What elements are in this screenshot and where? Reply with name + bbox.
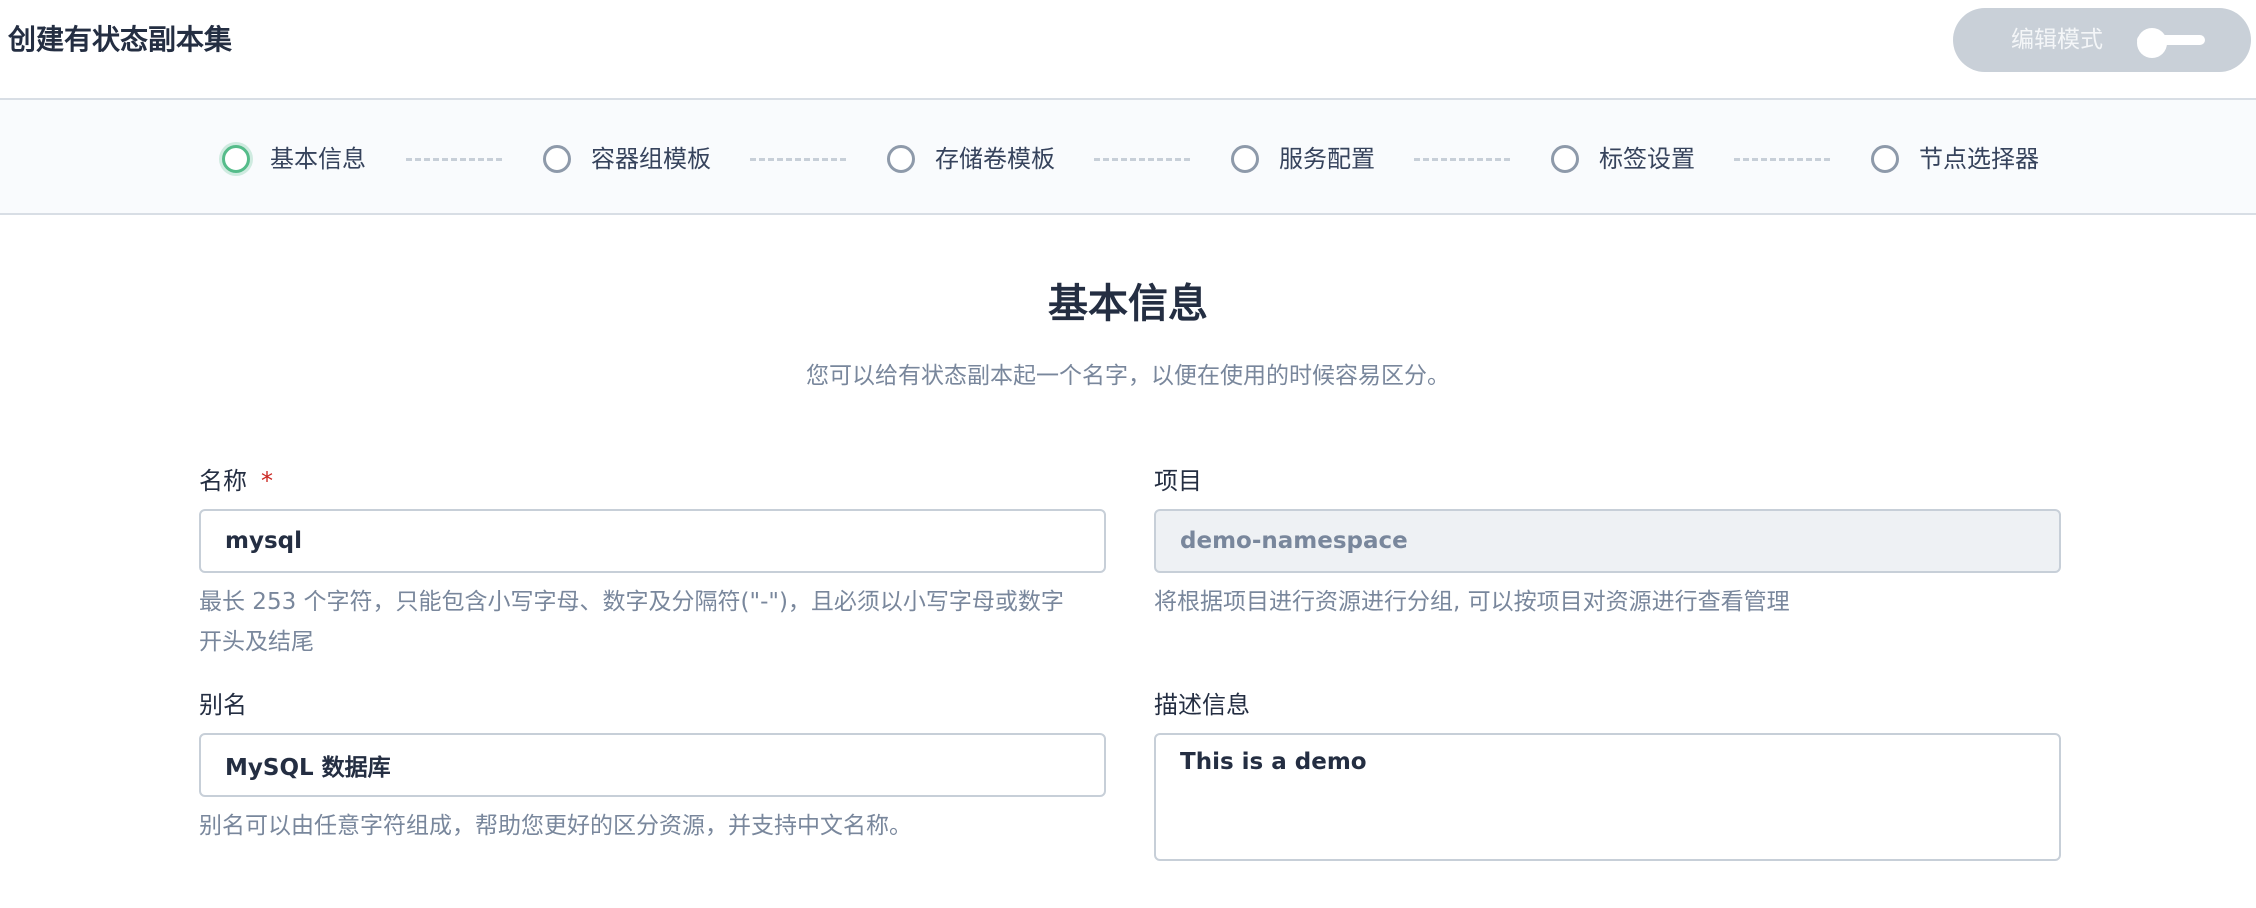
- description-textarea[interactable]: This is a demo: [1154, 733, 2061, 861]
- step-service-config[interactable]: 服务配置: [1231, 143, 1375, 175]
- project-field-label: 项目: [1154, 467, 1202, 495]
- step-label: 节点选择器: [1919, 145, 2039, 173]
- edit-mode-toggle[interactable]: 编辑模式: [1953, 8, 2251, 72]
- step-connector: [750, 158, 846, 161]
- alias-field-description: 别名可以由任意字符组成，帮助您更好的区分资源，并支持中文名称。: [199, 813, 912, 839]
- section-description: 您可以给有状态副本起一个名字，以便在使用的时候容易区分。: [806, 363, 1450, 389]
- page-header: 创建有状态副本集 编辑模式: [0, 0, 2256, 100]
- step-label: 基本信息: [270, 145, 366, 173]
- step-label: 存储卷模板: [935, 145, 1055, 173]
- name-field-description: 最长 253 个字符，只能包含小写字母、数字及分隔符("-")，且必须以小写字母…: [199, 582, 1119, 662]
- section-title: 基本信息: [1048, 281, 1208, 327]
- step-node-selector[interactable]: 节点选择器: [1871, 143, 2039, 175]
- required-mark: *: [261, 467, 273, 495]
- edit-mode-label: 编辑模式: [2011, 27, 2103, 53]
- step-basic-info[interactable]: 基本信息: [222, 143, 366, 175]
- step-status-icon: [1551, 145, 1579, 173]
- step-label: 容器组模板: [591, 145, 711, 173]
- step-status-icon: [543, 145, 571, 173]
- project-field-description: 将根据项目进行资源进行分组, 可以按项目对资源进行查看管理: [1154, 589, 1790, 615]
- alias-input[interactable]: [199, 733, 1106, 797]
- step-volume-template[interactable]: 存储卷模板: [887, 143, 1055, 175]
- switch-knob[interactable]: [2137, 28, 2167, 58]
- step-label-settings[interactable]: 标签设置: [1551, 143, 1695, 175]
- step-connector: [406, 158, 502, 161]
- page-title: 创建有状态副本集: [8, 23, 233, 56]
- step-connector: [1094, 158, 1190, 161]
- steps-bar: 基本信息 容器组模板 存储卷模板 服务配置 标签设置 节点选择器: [0, 100, 2256, 215]
- alias-field-label: 别名: [199, 691, 247, 719]
- project-input: [1154, 509, 2061, 573]
- name-description-line: 最长 253 个字符，只能包含小写字母、数字及分隔符("-")，且必须以小写字母…: [199, 589, 1064, 615]
- step-status-icon: [1231, 145, 1259, 173]
- name-input[interactable]: [199, 509, 1106, 573]
- step-label: 服务配置: [1279, 145, 1375, 173]
- step-status-icon: [1871, 145, 1899, 173]
- step-connector: [1734, 158, 1830, 161]
- name-label-text: 名称: [199, 467, 247, 495]
- name-description-line: 开头及结尾: [199, 629, 314, 655]
- step-status-icon: [222, 145, 250, 173]
- step-status-icon: [887, 145, 915, 173]
- step-label: 标签设置: [1599, 145, 1695, 173]
- step-connector: [1414, 158, 1510, 161]
- step-pod-template[interactable]: 容器组模板: [543, 143, 711, 175]
- name-field-label: 名称 *: [199, 465, 273, 497]
- description-field-label: 描述信息: [1154, 691, 1250, 719]
